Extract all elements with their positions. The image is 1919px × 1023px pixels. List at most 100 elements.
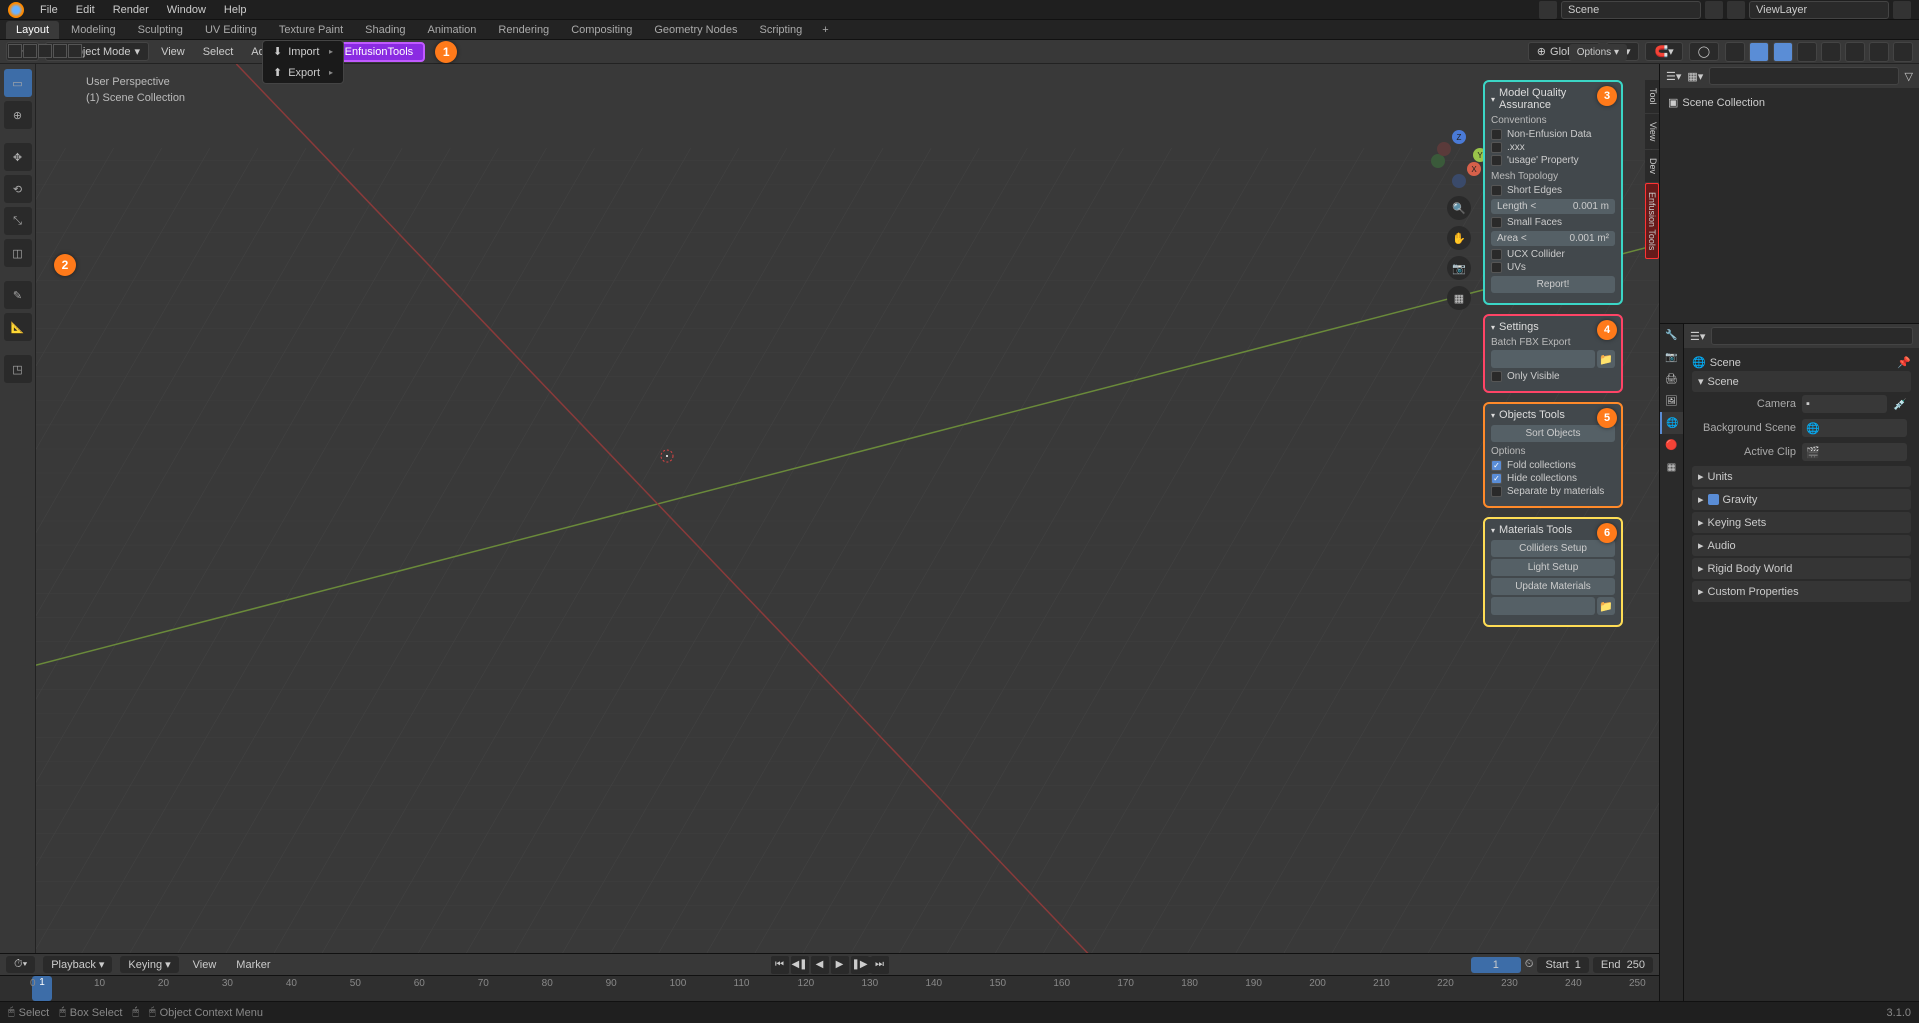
field-length[interactable]: Length <0.001 m (1491, 199, 1615, 214)
tab-animation[interactable]: Animation (418, 21, 487, 39)
sel-invert[interactable] (53, 44, 67, 58)
tool-cursor[interactable]: ⊕ (4, 101, 32, 129)
tab-modeling[interactable]: Modeling (61, 21, 126, 39)
btn-colliders[interactable]: Colliders Setup (1491, 540, 1615, 557)
sel-edge[interactable] (23, 44, 37, 58)
menu-help[interactable]: Help (216, 1, 255, 19)
objects-title[interactable]: Objects Tools (1499, 409, 1565, 421)
jump-start-icon[interactable]: ⏮ (771, 956, 789, 974)
prev-key-icon[interactable]: ◀❚ (791, 956, 809, 974)
outliner-search[interactable] (1709, 67, 1898, 85)
shading-rendered[interactable] (1893, 42, 1913, 62)
chk-ucx[interactable] (1491, 249, 1502, 260)
props-search[interactable] (1711, 327, 1913, 345)
pin-icon[interactable]: 📌 (1897, 356, 1911, 369)
pt-output[interactable]: 🖨 (1660, 368, 1683, 390)
pt-texture[interactable]: ▦ (1660, 456, 1683, 478)
sec-scene[interactable]: ▾Scene (1692, 371, 1911, 392)
enfusion-tools-menu[interactable]: EnfusionTools (333, 42, 426, 62)
chk-uvs[interactable] (1491, 262, 1502, 273)
end-frame[interactable]: End 250 (1593, 957, 1653, 973)
tab-shading[interactable]: Shading (355, 21, 415, 39)
axis-nx[interactable] (1437, 142, 1451, 156)
tool-move[interactable]: ✥ (4, 143, 32, 171)
pt-tool[interactable]: 🔧 (1660, 324, 1683, 346)
xray-toggle[interactable] (1797, 42, 1817, 62)
camera-icon[interactable]: 📷 (1447, 256, 1471, 280)
chk-only-visible[interactable] (1491, 371, 1502, 382)
chk-short-edges[interactable] (1491, 185, 1502, 196)
sec-rigid[interactable]: ▸Rigid Body World (1692, 558, 1911, 579)
viewport-3d[interactable]: User Perspective (1) Scene Collection Z … (36, 64, 1659, 1001)
settings-title[interactable]: Settings (1499, 321, 1539, 333)
vtab-enfusion[interactable]: Enfusion Tools (1645, 183, 1659, 259)
visibility-dropdown[interactable] (1725, 42, 1745, 62)
perspective-icon[interactable]: ▦ (1447, 286, 1471, 310)
materials-path-input[interactable] (1491, 597, 1595, 615)
vtab-dev[interactable]: Dev (1645, 150, 1659, 182)
bgscene-field[interactable]: 🌐 (1802, 419, 1907, 437)
menu-window[interactable]: Window (159, 1, 214, 19)
menu-file[interactable]: File (32, 1, 66, 19)
btn-report[interactable]: Report! (1491, 276, 1615, 293)
tab-layout[interactable]: Layout (6, 21, 59, 39)
axis-x[interactable]: X (1467, 162, 1481, 176)
tab-scripting[interactable]: Scripting (749, 21, 812, 39)
header-view[interactable]: View (155, 44, 191, 60)
camera-field[interactable]: ▪ (1802, 395, 1887, 413)
timeline-ruler[interactable]: 1 01020304050607080901001101201301401501… (0, 975, 1659, 1001)
view-options-button[interactable]: Options ▾ (1569, 44, 1627, 61)
chk-fold[interactable] (1491, 460, 1502, 471)
tool-select-box[interactable]: ▭ (4, 69, 32, 97)
chk-hide[interactable] (1491, 473, 1502, 484)
tab-compositing[interactable]: Compositing (561, 21, 642, 39)
eyedropper-icon[interactable]: 💉 (1893, 398, 1907, 411)
btn-update-mats[interactable]: Update Materials (1491, 578, 1615, 595)
outliner-display-icon[interactable]: ▦▾ (1687, 70, 1703, 83)
playback-menu[interactable]: Playback ▾ (43, 956, 112, 973)
tab-uv-editing[interactable]: UV Editing (195, 21, 267, 39)
play-rev-icon[interactable]: ◀ (811, 956, 829, 974)
tool-rotate[interactable]: ⟲ (4, 175, 32, 203)
menu-render[interactable]: Render (105, 1, 157, 19)
tab-sculpting[interactable]: Sculpting (128, 21, 193, 39)
start-frame[interactable]: Start 1 (1537, 957, 1588, 973)
next-key-icon[interactable]: ❚▶ (851, 956, 869, 974)
tool-measure[interactable]: 📐 (4, 313, 32, 341)
pt-viewlayer[interactable]: 🖼 (1660, 390, 1683, 412)
tab-rendering[interactable]: Rendering (488, 21, 559, 39)
jump-end-icon[interactable]: ⏭ (871, 956, 889, 974)
outliner-root[interactable]: ▣Scene Collection (1668, 94, 1911, 111)
sec-custom[interactable]: ▸Custom Properties (1692, 581, 1911, 602)
scene-breadcrumb[interactable]: 🌐Scene📌 (1692, 354, 1911, 371)
pan-icon[interactable]: ✋ (1447, 226, 1471, 250)
field-area[interactable]: Area <0.001 m² (1491, 231, 1615, 246)
axis-ny[interactable] (1431, 154, 1445, 168)
props-type-icon[interactable]: ☰▾ (1690, 330, 1705, 343)
tool-annotate[interactable]: ✎ (4, 281, 32, 309)
batch-path-input[interactable] (1491, 350, 1595, 368)
outliner-type-icon[interactable]: ☰▾ (1666, 70, 1681, 83)
timeline-type-icon[interactable]: ⏱▾ (6, 956, 35, 973)
scene-browse-icon[interactable] (1705, 1, 1723, 19)
pt-world[interactable]: 🔴 (1660, 434, 1683, 456)
vtab-tool[interactable]: Tool (1645, 80, 1659, 113)
tab-geometry-nodes[interactable]: Geometry Nodes (644, 21, 747, 39)
sec-keying[interactable]: ▸Keying Sets (1692, 512, 1911, 533)
snap-toggle[interactable]: 🧲▾ (1645, 42, 1682, 61)
sec-audio[interactable]: ▸Audio (1692, 535, 1911, 556)
btn-light[interactable]: Light Setup (1491, 559, 1615, 576)
pt-render[interactable]: 📷 (1660, 346, 1683, 368)
tab-texture-paint[interactable]: Texture Paint (269, 21, 353, 39)
clip-field[interactable]: 🎬 (1802, 443, 1907, 461)
shading-wireframe[interactable] (1821, 42, 1841, 62)
chk-non-enfusion[interactable] (1491, 129, 1502, 140)
filter-icon[interactable]: ▽ (1905, 70, 1913, 83)
play-icon[interactable]: ▶ (831, 956, 849, 974)
scene-name-field[interactable]: Scene (1561, 1, 1701, 19)
overlays-toggle[interactable] (1773, 42, 1793, 62)
nav-gizmo[interactable]: Z Y X (1429, 130, 1489, 190)
gizmo-toggle[interactable] (1749, 42, 1769, 62)
pt-scene[interactable]: 🌐 (1660, 412, 1683, 434)
dropdown-import[interactable]: ⬇Import▸ (263, 41, 343, 62)
